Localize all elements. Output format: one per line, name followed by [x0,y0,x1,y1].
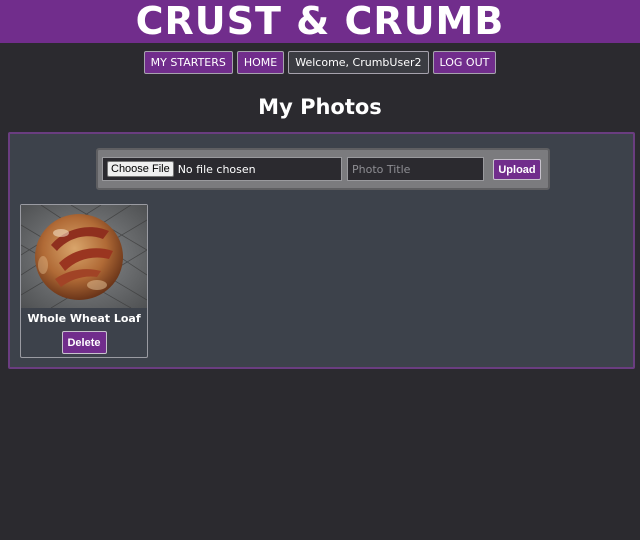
main-nav: MY STARTERS HOME Welcome, CrumbUser2 LOG… [0,51,640,74]
nav-home-button[interactable]: HOME [236,51,285,74]
photo-card: Whole Wheat Loaf Delete [20,204,148,358]
upload-form: Choose File No file chosen Upload [96,148,550,190]
file-status-text: No file chosen [177,162,256,176]
page-title: My Photos [258,95,382,119]
upload-button[interactable]: Upload [493,159,541,180]
delete-photo-button[interactable]: Delete [61,331,107,354]
photos-panel: Choose File No file chosen Upload [8,132,635,369]
photo-title-input[interactable] [347,157,484,181]
bread-loaf-photo [21,205,147,308]
choose-file-button[interactable]: Choose File [107,161,174,177]
site-header: CRUST & CRUMB [0,0,640,43]
photo-title: Whole Wheat Loaf [27,312,141,325]
welcome-badge: Welcome, CrumbUser2 [288,51,429,74]
site-logo[interactable]: CRUST & CRUMB [136,0,505,43]
nav-my-starters-button[interactable]: MY STARTERS [143,51,233,74]
file-input[interactable]: Choose File No file chosen [102,157,342,181]
nav-log-out-button[interactable]: LOG OUT [432,51,497,74]
